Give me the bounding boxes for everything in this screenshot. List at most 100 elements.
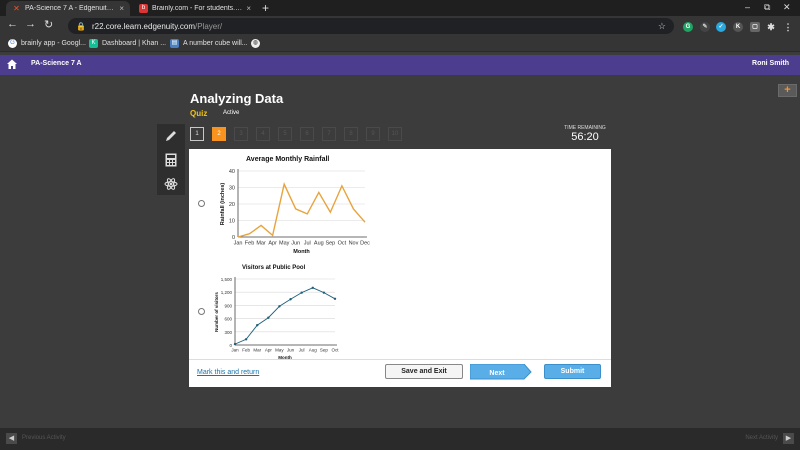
google-icon: G <box>8 39 17 48</box>
x-tick-label: Jul <box>304 241 311 247</box>
course-header: PA-Science 7 A Roni Smith <box>0 55 800 75</box>
pencil-icon <box>166 130 176 141</box>
submit-button[interactable]: Submit <box>544 364 601 379</box>
x-tick-label: Aug <box>309 348 318 353</box>
activity-status: Active <box>223 110 240 116</box>
data-point <box>244 338 248 341</box>
url-path: /Player/ <box>195 21 223 31</box>
question-number-8[interactable]: 8 <box>344 127 358 141</box>
data-point <box>322 291 326 294</box>
extension-green-icon[interactable]: G <box>683 22 693 32</box>
brainly-favicon-icon: b <box>139 4 148 13</box>
question-number-9[interactable]: 9 <box>366 127 380 141</box>
data-line <box>237 182 366 238</box>
minimize-icon[interactable]: – <box>745 2 750 12</box>
x-tick-label: Feb <box>245 241 254 247</box>
maximize-icon[interactable]: ⧉ <box>764 2 770 13</box>
calculator-tool[interactable] <box>157 148 185 171</box>
extension-pen-icon[interactable]: ✎ <box>700 22 710 32</box>
extension-k-icon[interactable]: K <box>733 22 743 32</box>
atom-tool[interactable] <box>157 172 185 195</box>
answer-option-radio-1[interactable] <box>198 200 205 207</box>
data-point <box>300 291 303 294</box>
data-point <box>233 342 237 346</box>
user-name[interactable]: Roni Smith <box>752 60 789 67</box>
extension-check-icon[interactable]: ✓ <box>716 22 726 32</box>
question-number-7[interactable]: 7 <box>322 127 336 141</box>
mark-and-return-link[interactable]: Mark this and return <box>197 369 259 376</box>
save-and-exit-button[interactable]: Save and Exit <box>385 364 463 379</box>
bookmark-globe[interactable]: ◍ <box>251 39 264 48</box>
close-tab-icon[interactable]: × <box>119 4 124 13</box>
x-tick-label: Nov <box>349 241 359 247</box>
chart-title: Visitors at Public Pool <box>242 265 306 271</box>
question-number-10[interactable]: 10 <box>388 127 402 141</box>
data-point <box>289 298 292 301</box>
browser-tab-strip: ✕ PA-Science 7 A - Edgenuity.com × b Bra… <box>0 0 800 16</box>
question-number-5[interactable]: 5 <box>278 127 292 141</box>
menu-kebab-icon[interactable]: ⋮ <box>783 22 793 32</box>
tools-panel <box>157 124 185 195</box>
question-number-1[interactable]: 1 <box>190 127 204 141</box>
answer-option-radio-2[interactable] <box>198 308 205 315</box>
next-button[interactable]: Next <box>470 364 532 380</box>
forward-icon[interactable]: → <box>25 18 36 30</box>
rainfall-chart: Average Monthly Rainfall010203040Jan Feb M… <box>220 156 370 255</box>
tab-brainly[interactable]: b Brainly.com - For students. By st × <box>133 1 257 16</box>
x-tick-label: Jul <box>299 348 305 353</box>
close-window-icon[interactable]: ✕ <box>783 2 791 13</box>
y-axis-label: Rainfall (inches) <box>220 183 226 226</box>
back-icon[interactable]: ← <box>7 18 18 30</box>
y-tick-label: 30 <box>229 186 235 192</box>
next-activity-arrow-icon[interactable]: ▶ <box>783 433 794 444</box>
x-tick-label: Jun <box>287 348 295 353</box>
bookmark-number-cube[interactable]: ▤ A number cube will... <box>170 39 248 48</box>
home-icon[interactable] <box>6 58 18 70</box>
activity-footer-bar <box>0 428 800 450</box>
course-title: PA-Science 7 A <box>31 60 82 67</box>
time-remaining-value: 56:20 <box>571 131 599 143</box>
question-number-4[interactable]: 4 <box>256 127 270 141</box>
atom-icon <box>164 177 178 190</box>
y-tick-label: 900 <box>224 303 232 308</box>
y-axis-label: Number of visitors <box>214 292 219 332</box>
browser-toolbar: ← → ↻ 🔒 r22.core.learn.edgenuity.com/Pla… <box>0 16 800 36</box>
data-point <box>256 324 259 327</box>
next-activity-label[interactable]: Next Activity <box>745 435 778 441</box>
x-tick-label: Aug <box>314 241 324 247</box>
pencil-tool[interactable] <box>157 124 185 147</box>
x-tick-label: Oct <box>331 348 339 353</box>
close-tab-icon[interactable]: × <box>246 4 251 13</box>
y-tick-label: 40 <box>229 169 235 175</box>
panel-footer-divider <box>189 359 611 360</box>
y-tick-label: 10 <box>229 219 235 225</box>
reload-icon[interactable]: ↻ <box>44 18 53 31</box>
activity-type: Quiz <box>190 109 208 118</box>
expand-plus-icon[interactable]: + <box>778 84 797 97</box>
previous-activity-label[interactable]: Previous Activity <box>22 435 66 441</box>
url-host: r22.core.learn.edgenuity.com <box>91 21 195 31</box>
extension-copy-icon[interactable]: ▢ <box>750 22 760 32</box>
address-bar[interactable]: 🔒 r22.core.learn.edgenuity.com/Player/ ☆ <box>68 18 674 34</box>
activity-title: Analyzing Data <box>190 91 284 106</box>
x-tick-label: Jan <box>231 348 239 353</box>
x-tick-label: Sep <box>325 241 335 247</box>
x-tick-label: Sep <box>320 348 329 353</box>
x-tick-label: Apr <box>265 348 273 353</box>
previous-activity-arrow-icon[interactable]: ◀ <box>6 433 17 444</box>
new-tab-icon[interactable]: + <box>262 1 269 15</box>
x-tick-label: Jan <box>234 241 243 247</box>
question-number-3[interactable]: 3 <box>234 127 248 141</box>
bookmark-star-icon[interactable]: ☆ <box>658 21 666 32</box>
question-number-6[interactable]: 6 <box>300 127 314 141</box>
bookmark-brainly-app[interactable]: G brainly app - Googl... <box>8 39 86 48</box>
bookmark-khan-dashboard[interactable]: K Dashboard | Khan ... <box>89 39 166 48</box>
khan-academy-icon: K <box>89 39 98 48</box>
y-tick-label: 300 <box>224 330 232 335</box>
tab-edgenuity[interactable]: ✕ PA-Science 7 A - Edgenuity.com × <box>6 1 130 16</box>
x-tick-label: May <box>279 241 290 247</box>
chart-title: Average Monthly Rainfall <box>246 156 329 163</box>
x-tick-label: Feb <box>242 348 250 353</box>
extensions-puzzle-icon[interactable]: ✱ <box>766 22 776 32</box>
question-number-2[interactable]: 2 <box>212 127 226 141</box>
